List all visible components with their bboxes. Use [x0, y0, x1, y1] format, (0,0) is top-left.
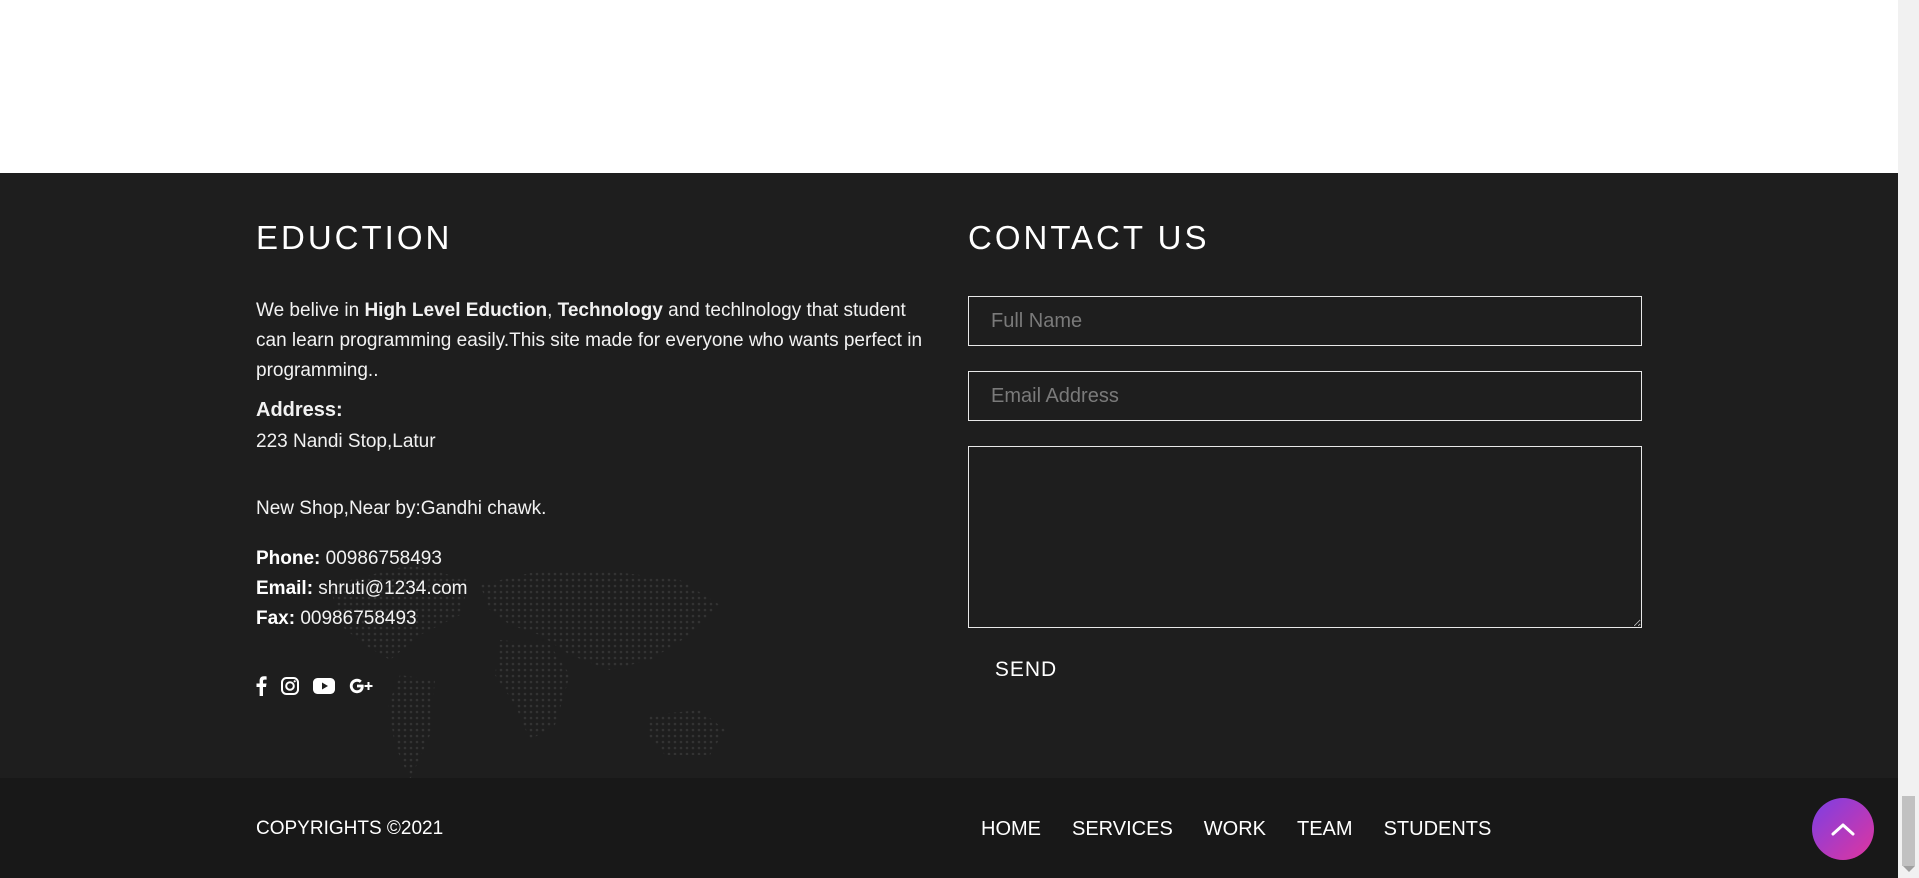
address-line-1: 223 Nandi Stop,Latur [256, 431, 436, 452]
address-label: Address: [256, 399, 343, 421]
scrollbar-track[interactable] [1898, 0, 1919, 878]
instagram-icon[interactable] [281, 677, 299, 700]
fax-line: Fax: 00986758493 [256, 604, 417, 634]
page-top-area [0, 0, 1898, 173]
scrollbar-thumb[interactable] [1902, 796, 1915, 866]
phone-line: Phone: 00986758493 [256, 544, 442, 574]
nav-work[interactable]: WORK [1204, 818, 1266, 841]
fax-value: 00986758493 [295, 608, 417, 629]
email-address-input[interactable] [968, 371, 1642, 421]
email-line: Email: shruti@1234.com [256, 574, 468, 604]
message-textarea[interactable] [968, 446, 1642, 628]
nav-team[interactable]: TEAM [1297, 818, 1353, 841]
phone-value: 00986758493 [320, 548, 442, 569]
phone-label: Phone: [256, 548, 321, 569]
scroll-down-arrow-icon[interactable] [1903, 866, 1915, 872]
email-value: shruti@1234.com [313, 578, 468, 599]
nav-services[interactable]: SERVICES [1072, 818, 1173, 841]
about-heading: EDUCTION [256, 219, 453, 256]
scroll-to-top-button[interactable] [1812, 798, 1874, 860]
full-name-input[interactable] [968, 296, 1642, 346]
fax-label: Fax: [256, 608, 296, 629]
social-links [256, 676, 375, 701]
send-button[interactable]: SEND [968, 650, 1084, 690]
youtube-icon[interactable] [313, 678, 335, 699]
facebook-icon[interactable] [256, 676, 267, 701]
email-label: Email: [256, 578, 314, 599]
contact-heading: CONTACT US [968, 219, 1210, 256]
footer-nav: HOME SERVICES WORK TEAM STUDENTS [981, 818, 1491, 841]
about-text: We belive in High Level Eduction, Techno… [256, 300, 923, 381]
chevron-up-icon [1831, 823, 1855, 836]
nav-home[interactable]: HOME [981, 818, 1041, 841]
address-line-2: New Shop,Near by:Gandhi chawk. [256, 498, 547, 519]
copyright-text: COPYRIGHTS ©2021 [256, 818, 444, 839]
google-plus-icon[interactable] [349, 677, 375, 700]
nav-students[interactable]: STUDENTS [1384, 818, 1492, 841]
